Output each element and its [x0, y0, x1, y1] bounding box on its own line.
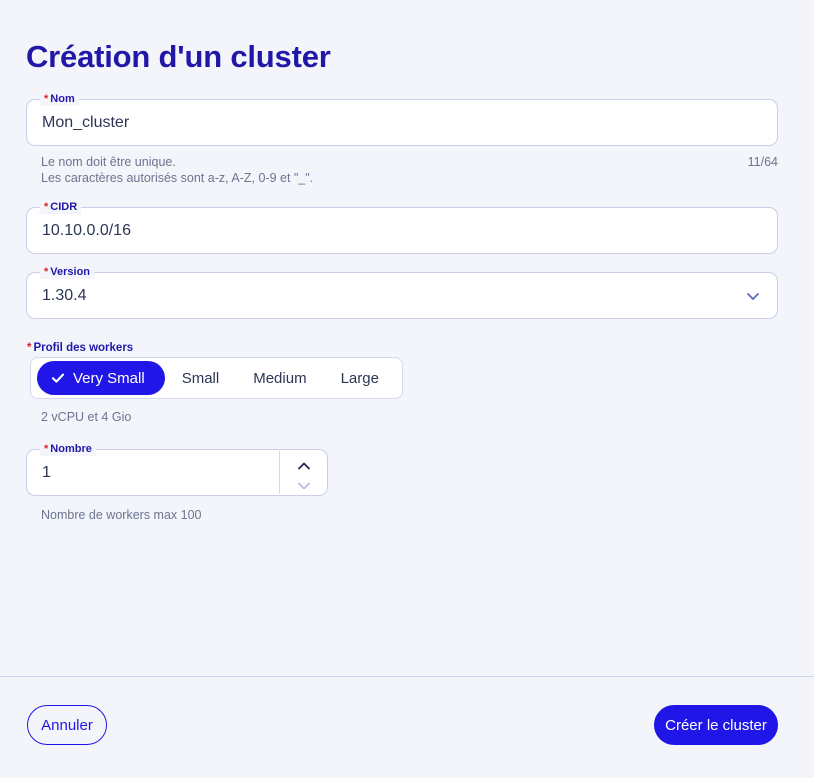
name-character-counter: 11/64: [747, 155, 778, 169]
cluster-creation-page: Création d'un cluster * Nom Mon_cluster L…: [0, 0, 814, 778]
name-input-value[interactable]: Mon_cluster: [42, 113, 129, 133]
worker-profile-segmented-control: Very Small Small Medium Large: [30, 357, 403, 399]
version-select[interactable]: * Version 1.30.4: [26, 265, 778, 319]
cidr-label-text: CIDR: [50, 201, 78, 213]
worker-profile-option-label: Large: [340, 369, 379, 387]
worker-count-field[interactable]: * Nombre 1: [26, 442, 328, 496]
worker-profile-option-small[interactable]: Small: [165, 361, 237, 395]
version-label-text: Version: [50, 266, 91, 278]
cidr-field[interactable]: * CIDR 10.10.0.0/16: [26, 200, 778, 254]
chevron-down-icon: [296, 478, 312, 489]
name-helper-line-2: Les caractères autorisés sont a-z, A-Z, …: [41, 171, 314, 185]
worker-profile-option-label: Small: [181, 369, 220, 387]
worker-profile-option-very-small[interactable]: Very Small: [37, 361, 165, 395]
worker-count-label-text: Nombre: [50, 443, 92, 455]
worker-profile-option-large[interactable]: Large: [324, 361, 396, 395]
version-field-label: * Version: [40, 265, 95, 279]
worker-profile-option-medium[interactable]: Medium: [236, 361, 323, 395]
required-asterisk: *: [44, 93, 49, 105]
cidr-input-value[interactable]: 10.10.0.0/16: [42, 221, 131, 241]
worker-profile-helper: 2 vCPU et 4 Gio: [41, 410, 132, 424]
version-selected-value: 1.30.4: [42, 286, 87, 304]
worker-count-stepper: [280, 450, 327, 495]
worker-count-helper: Nombre de workers max 100: [41, 508, 202, 522]
worker-count-input-value[interactable]: 1: [42, 463, 51, 483]
worker-profile-label-text: Profil des workers: [33, 342, 134, 354]
cancel-button[interactable]: Annuler: [27, 705, 107, 745]
worker-profile-option-label: Very Small: [73, 369, 145, 387]
required-asterisk: *: [44, 266, 49, 278]
name-label-text: Nom: [50, 93, 75, 105]
name-field-label: * Nom: [40, 92, 79, 106]
chevron-up-icon: [296, 458, 312, 469]
chevron-down-icon[interactable]: [745, 288, 761, 304]
cidr-field-label: * CIDR: [40, 200, 82, 214]
create-cluster-button[interactable]: Créer le cluster: [654, 705, 778, 745]
check-icon: [51, 371, 65, 385]
page-title: Création d'un cluster: [26, 38, 331, 74]
worker-count-field-label: * Nombre: [40, 442, 96, 456]
footer-divider: [0, 676, 814, 677]
worker-count-decrement-button[interactable]: [292, 476, 316, 490]
cluster-form: * Nom Mon_cluster Le nom doit être unique…: [0, 76, 814, 676]
worker-count-increment-button[interactable]: [292, 456, 316, 470]
required-asterisk: *: [44, 201, 49, 213]
name-helper-line-1: Le nom doit être unique.: [41, 155, 176, 169]
required-asterisk: *: [44, 443, 49, 455]
worker-profile-option-label: Medium: [253, 369, 307, 387]
required-asterisk: *: [27, 342, 32, 354]
worker-profile-label: * Profil des workers: [27, 341, 133, 356]
name-field[interactable]: * Nom Mon_cluster: [26, 92, 778, 146]
